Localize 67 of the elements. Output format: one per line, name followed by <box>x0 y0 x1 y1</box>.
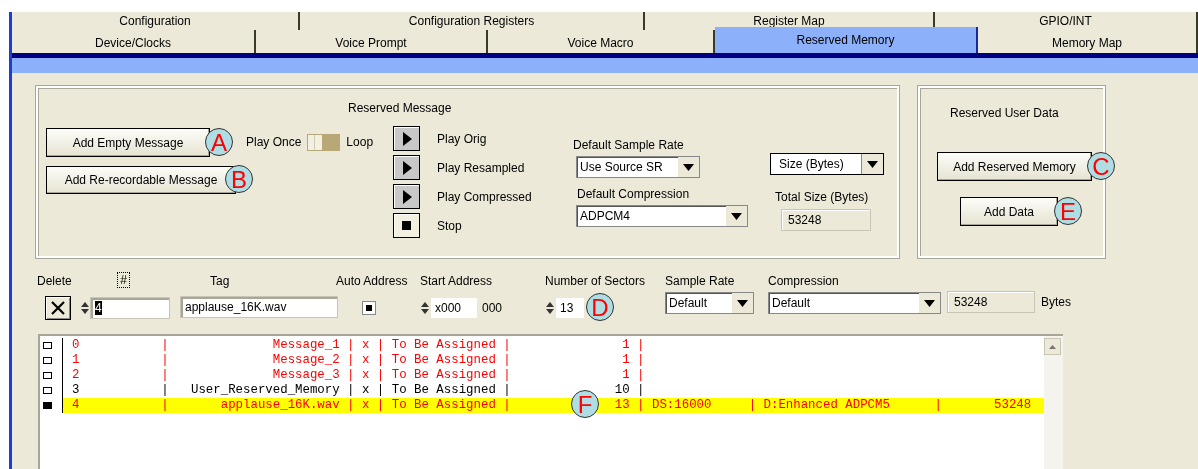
callout-marker: F <box>571 390 599 418</box>
sample-rate-dropdown[interactable]: Use Source SR <box>576 156 700 178</box>
field-label: Tag <box>210 274 231 288</box>
callout-marker: B <box>225 165 253 193</box>
delete-button[interactable] <box>45 296 71 320</box>
row-marker[interactable] <box>43 402 52 409</box>
total-size-field: 53248 <box>781 209 871 231</box>
group-title: Reserved User Data <box>950 106 1059 120</box>
up-arrow-icon <box>1049 344 1056 349</box>
dropdown-arrow-icon <box>737 299 748 307</box>
size-field: 53248 <box>947 291 1035 313</box>
add-message-button[interactable]: Add Empty Message <box>46 128 210 157</box>
compression-dropdown[interactable]: Default <box>768 292 941 314</box>
address-suffix: 000 <box>482 301 503 315</box>
tab[interactable]: Reserved Memory <box>715 27 978 53</box>
dropdown-arrow-icon <box>683 163 694 171</box>
playback-button[interactable] <box>393 126 420 151</box>
mode-label: Play Once <box>246 135 302 149</box>
dropdown-arrow-icon <box>924 299 935 307</box>
callout-marker: C <box>1087 152 1115 180</box>
row-marker[interactable] <box>43 342 52 349</box>
field-label: Compression <box>768 274 840 288</box>
add-data-button[interactable]: Add Reserved Memory <box>937 152 1092 181</box>
sectors-field[interactable]: 13 <box>555 297 585 319</box>
compression-dropdown[interactable]: ADPCM4 <box>576 205 748 227</box>
field-label: Auto Address <box>336 274 409 288</box>
dropdown-arrow-icon <box>867 160 878 168</box>
play-icon <box>401 131 412 146</box>
playback-button[interactable] <box>393 155 420 180</box>
unit-label: Bytes <box>1041 295 1071 309</box>
playback-label: Play Orig <box>437 131 487 146</box>
row-marker[interactable] <box>43 372 52 379</box>
mode-toggle[interactable] <box>307 133 341 151</box>
add-data-button[interactable]: Add Data <box>960 197 1058 226</box>
sample-rate-dropdown[interactable]: Default <box>665 292 754 314</box>
playback-label: Stop <box>437 218 462 233</box>
stop-icon <box>402 221 411 230</box>
tag-field[interactable]: applause_16K.wav <box>180 296 338 318</box>
field-label: Delete <box>37 274 73 288</box>
size-unit-dropdown[interactable]: Size (Bytes) <box>770 153 884 175</box>
playback-button[interactable] <box>393 213 420 238</box>
field-label: Total Size (Bytes) <box>775 190 870 204</box>
start-address-field[interactable]: x000 <box>430 297 478 319</box>
callout-marker: E <box>1054 197 1082 225</box>
field-label: Default Compression <box>577 187 691 201</box>
field-label: # <box>117 272 130 288</box>
row-marker[interactable] <box>43 387 52 394</box>
index-field[interactable]: 4 <box>90 297 170 319</box>
callout-marker: D <box>586 293 614 321</box>
field-label: Sample Rate <box>665 274 736 288</box>
play-icon <box>401 189 412 204</box>
group-title: Reserved Message <box>348 101 452 115</box>
field-label: Number of Sectors <box>545 274 647 288</box>
scrollbar[interactable] <box>1044 336 1063 469</box>
scroll-up-button[interactable] <box>1044 338 1061 355</box>
playback-label: Play Resampled <box>437 160 525 175</box>
play-icon <box>401 160 412 175</box>
row-marker[interactable] <box>43 357 52 364</box>
dropdown-arrow-icon <box>731 212 742 220</box>
field-label: Start Address <box>420 274 494 288</box>
field-label: Default Sample Rate <box>573 138 685 152</box>
mode-label: Loop <box>346 135 374 149</box>
playback-button[interactable] <box>393 184 420 209</box>
callout-marker: A <box>205 128 233 156</box>
playback-label: Play Compressed <box>437 189 532 204</box>
close-icon <box>51 301 65 315</box>
checkbox[interactable] <box>362 301 376 315</box>
